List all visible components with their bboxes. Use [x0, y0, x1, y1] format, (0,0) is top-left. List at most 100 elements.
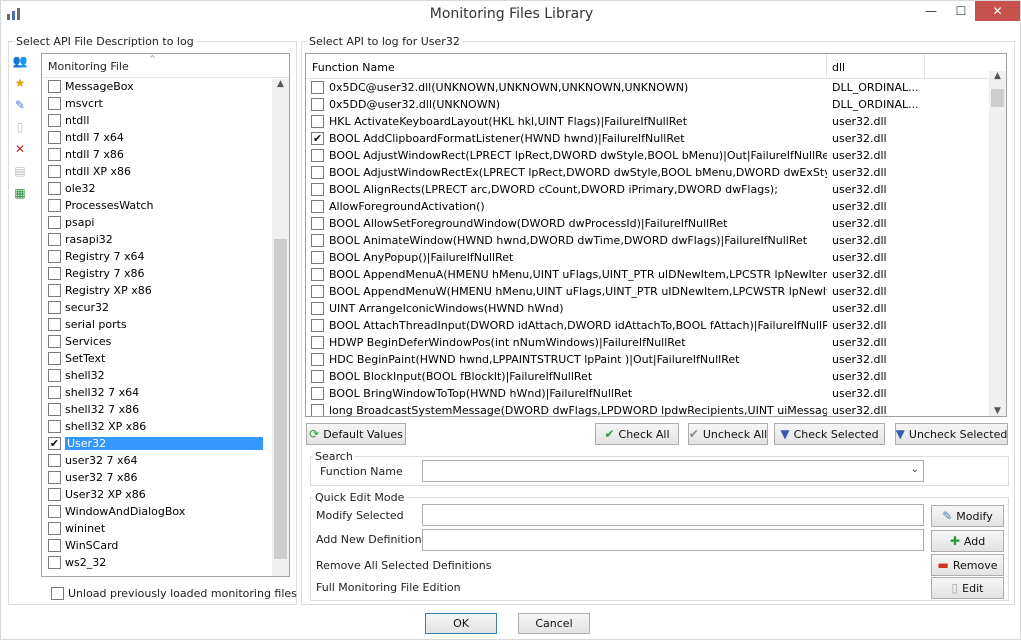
list-item[interactable]: User32 XP x86	[42, 486, 289, 503]
table-row[interactable]: BOOL AppendMenuA(HMENU hMenu,UINT uFlags…	[306, 266, 1006, 283]
monitoring-file-list[interactable]: Monitoring File ^ MessageBox msvcrt ntdll n…	[41, 53, 290, 577]
list-item[interactable]: ntdll XP x86	[42, 163, 289, 180]
row-checkbox[interactable]	[311, 200, 324, 213]
grid-scroll-thumb[interactable]	[991, 89, 1004, 107]
copy-document-icon[interactable]: ▤	[12, 163, 28, 179]
scroll-thumb[interactable]	[274, 239, 287, 559]
function-grid[interactable]: Function Name dll 0x5DC@user32.dll(UNKNO…	[305, 53, 1007, 417]
list-item[interactable]: ✔ User32	[42, 435, 289, 452]
delete-icon[interactable]: ✕	[12, 141, 28, 157]
row-checkbox[interactable]	[311, 268, 324, 281]
edit-document-icon[interactable]: ✎	[12, 97, 28, 113]
list-item[interactable]: rasapi32	[42, 231, 289, 248]
list-item-checkbox[interactable]	[48, 369, 61, 382]
list-item-checkbox[interactable]	[48, 386, 61, 399]
list-item[interactable]: Registry 7 x64	[42, 248, 289, 265]
row-checkbox[interactable]: ✔	[311, 132, 324, 145]
table-row[interactable]: ✔ BOOL AddClipboardFormatListener(HWND hw…	[306, 130, 1006, 147]
list-item-checkbox[interactable]	[48, 97, 61, 110]
table-row[interactable]: BOOL AllowSetForegroundWindow(DWORD dwPr…	[306, 215, 1006, 232]
row-checkbox[interactable]	[311, 370, 324, 383]
list-item[interactable]: secur32	[42, 299, 289, 316]
row-checkbox[interactable]	[311, 336, 324, 349]
list-item[interactable]: user32 7 x86	[42, 469, 289, 486]
table-row[interactable]: AllowForegroundActivation() user32.dll	[306, 198, 1006, 215]
list-item[interactable]: ntdll 7 x86	[42, 146, 289, 163]
minimize-button[interactable]: —	[917, 1, 945, 21]
row-checkbox[interactable]	[311, 387, 324, 400]
list-item-checkbox[interactable]	[48, 165, 61, 178]
table-row[interactable]: BOOL BlockInput(BOOL fBlockIt)|FailureIf…	[306, 368, 1006, 385]
function-name-column-header[interactable]: Function Name	[306, 54, 827, 78]
list-item[interactable]: ntdll	[42, 112, 289, 129]
list-item[interactable]: shell32 7 x86	[42, 401, 289, 418]
list-item[interactable]: WinSCard	[42, 537, 289, 554]
row-checkbox[interactable]	[311, 234, 324, 247]
list-item[interactable]: Registry XP x86	[42, 282, 289, 299]
list-item[interactable]: shell32 XP x86	[42, 418, 289, 435]
table-row[interactable]: 0x5DC@user32.dll(UNKNOWN,UNKNOWN,UNKNOWN…	[306, 79, 1006, 96]
list-item-checkbox[interactable]	[48, 250, 61, 263]
table-row[interactable]: BOOL BringWindowToTop(HWND hWnd)|Failure…	[306, 385, 1006, 402]
row-checkbox[interactable]	[311, 353, 324, 366]
list-item[interactable]: MessageBox	[42, 78, 289, 95]
dll-column-header[interactable]: dll	[827, 54, 925, 78]
list-item[interactable]: Services	[42, 333, 289, 350]
list-item-checkbox[interactable]	[48, 318, 61, 331]
table-row[interactable]: BOOL AppendMenuW(HMENU hMenu,UINT uFlags…	[306, 283, 1006, 300]
close-button[interactable]: ✕	[975, 1, 1020, 21]
list-item-checkbox[interactable]	[48, 216, 61, 229]
new-document-icon[interactable]: ▯	[12, 119, 28, 135]
list-item-checkbox[interactable]	[48, 522, 61, 535]
list-item-checkbox[interactable]	[48, 488, 61, 501]
list-item[interactable]: SetText	[42, 350, 289, 367]
list-item[interactable]: Registry 7 x86	[42, 265, 289, 282]
unload-previous-checkbox[interactable]: Unload previously loaded monitoring file…	[51, 587, 297, 600]
list-item-checkbox[interactable]	[48, 267, 61, 280]
list-item[interactable]: msvcrt	[42, 95, 289, 112]
table-row[interactable]: BOOL AttachThreadInput(DWORD idAttach,DW…	[306, 317, 1006, 334]
list-item-checkbox[interactable]	[48, 539, 61, 552]
monitoring-file-scrollbar[interactable]: ▲	[272, 79, 289, 576]
row-checkbox[interactable]	[311, 183, 324, 196]
row-checkbox[interactable]	[311, 166, 324, 179]
cancel-button[interactable]: Cancel	[518, 613, 590, 634]
list-item-checkbox[interactable]	[48, 352, 61, 365]
table-row[interactable]: long BroadcastSystemMessage(DWORD dwFlag…	[306, 402, 1006, 416]
modify-button[interactable]: ✎ Modify	[931, 505, 1004, 527]
list-item[interactable]: WindowAndDialogBox	[42, 503, 289, 520]
list-item-checkbox[interactable]	[48, 301, 61, 314]
table-row[interactable]: HDC BeginPaint(HWND hwnd,LPPAINTSTRUCT l…	[306, 351, 1006, 368]
list-item[interactable]: ole32	[42, 180, 289, 197]
grid-scroll-down-icon[interactable]: ▼	[989, 406, 1006, 416]
list-item[interactable]: ws2_32	[42, 554, 289, 571]
add-button[interactable]: ✚ Add	[931, 530, 1004, 552]
list-item-checkbox[interactable]	[48, 80, 61, 93]
list-item-checkbox[interactable]	[48, 420, 61, 433]
list-item-checkbox[interactable]	[48, 182, 61, 195]
modify-selected-input[interactable]	[422, 504, 924, 526]
check-selected-button[interactable]: ▼ Check Selected	[774, 423, 885, 445]
ok-button[interactable]: OK	[425, 613, 497, 634]
row-checkbox[interactable]	[311, 302, 324, 315]
row-checkbox[interactable]	[311, 217, 324, 230]
list-item-checkbox[interactable]	[48, 233, 61, 246]
list-item-checkbox[interactable]	[48, 131, 61, 144]
table-row[interactable]: 0x5DD@user32.dll(UNKNOWN) DLL_ORDINAL...	[306, 96, 1006, 113]
remove-button[interactable]: ▬ Remove	[931, 554, 1004, 576]
table-row[interactable]: UINT ArrangeIconicWindows(HWND hWnd) user…	[306, 300, 1006, 317]
table-row[interactable]: BOOL AnimateWindow(HWND hwnd,DWORD dwTim…	[306, 232, 1006, 249]
uncheck-all-button[interactable]: ✔ Uncheck All	[688, 423, 768, 445]
list-item[interactable]: user32 7 x64	[42, 452, 289, 469]
row-checkbox[interactable]	[311, 149, 324, 162]
row-checkbox[interactable]	[311, 81, 324, 94]
monitoring-file-column-header[interactable]: Monitoring File ^	[42, 54, 289, 78]
list-item-checkbox[interactable]	[48, 148, 61, 161]
row-checkbox[interactable]	[311, 251, 324, 264]
list-item-checkbox[interactable]	[48, 556, 61, 569]
table-row[interactable]: BOOL AnyPopup()|FailureIfNullRet user32.d…	[306, 249, 1006, 266]
star-icon[interactable]: ★	[12, 75, 28, 91]
table-row[interactable]: BOOL AdjustWindowRect(LPRECT lpRect,DWOR…	[306, 147, 1006, 164]
save-list-icon[interactable]: ▦	[12, 185, 28, 201]
uncheck-selected-button[interactable]: ▼ Uncheck Selected	[895, 423, 1008, 445]
